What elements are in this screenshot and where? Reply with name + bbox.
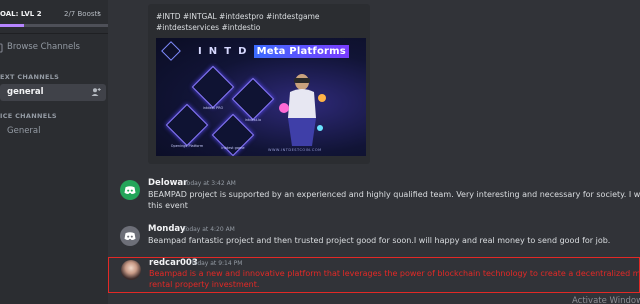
partner-diamond-io [231, 77, 275, 121]
message-content-line: rental property investment. [149, 280, 260, 289]
channel-sidebar: OAL: LVL 2 2/7 Boosts › Browse Channels … [0, 0, 108, 304]
chevron-right-icon: › [97, 8, 101, 17]
browse-channels-button[interactable]: Browse Channels [0, 40, 108, 56]
banner-url: WWW.INTDESTCOIN.COM [268, 148, 322, 152]
boost-progress-bar [0, 24, 108, 27]
message-timestamp: Today at 9:14 PM [191, 260, 243, 267]
boost-goal-label: OAL: LVL 2 [0, 10, 42, 18]
vr-figure-illustration [279, 74, 326, 146]
embed-hashtags: #INTD #INTGAL #intdestpro #intdestgame #… [156, 12, 320, 32]
sidebar-divider [0, 33, 108, 34]
partner-diamond-openings [165, 103, 209, 147]
activate-windows-watermark: Activate Windows [572, 296, 640, 304]
message-content-line: Beampad is a new and innovative platform… [149, 269, 640, 278]
partner-label: Openings Platform [170, 144, 204, 148]
voice-channels-category[interactable]: ICE CHANNELS [0, 112, 57, 120]
message-author[interactable]: Delowar [148, 178, 187, 188]
discord-logo-icon [124, 186, 136, 195]
avatar[interactable] [120, 180, 140, 200]
avatar[interactable] [121, 260, 141, 280]
partner-label: intdest game [221, 146, 245, 150]
channel-general[interactable]: general [0, 84, 106, 101]
text-channels-category[interactable]: EXT CHANNELS [0, 73, 59, 81]
message-item[interactable]: Delowar Today at 3:42 AM BEAMPAD project… [108, 176, 640, 212]
message-author[interactable]: Monday [148, 224, 185, 234]
discord-logo-icon [124, 232, 136, 241]
boost-count: 2/7 Boosts [64, 10, 101, 18]
partner-label: intdest PRO [202, 106, 224, 110]
embed-banner-image[interactable]: I N T D Meta Platforms intdest PRO intde… [156, 38, 366, 156]
banner-title: I N T D Meta Platforms [198, 45, 349, 58]
avatar[interactable] [120, 226, 140, 246]
message-content-line: Beampad fantastic project and then trust… [148, 236, 611, 245]
chat-area: #INTD #INTGAL #intdestpro #intdestgame #… [108, 0, 640, 304]
voice-channel-general-label: General [7, 126, 41, 136]
message-timestamp: Today at 3:42 AM [184, 180, 236, 187]
banner-title-intd: I N T D [198, 46, 249, 57]
browse-channels-label: Browse Channels [7, 42, 80, 52]
server-boost-goal[interactable]: OAL: LVL 2 2/7 Boosts › [0, 0, 108, 28]
boost-progress-fill [0, 24, 24, 27]
message-content-line: this event [148, 201, 188, 210]
banner-title-meta: Meta Platforms [253, 45, 349, 58]
message-embed: #INTD #INTGAL #intdestpro #intdestgame #… [148, 4, 370, 164]
voice-channel-general[interactable]: General [0, 123, 106, 140]
message-timestamp: Today at 4:20 AM [183, 226, 235, 233]
message-content-line: BEAMPAD project is supported by an exper… [148, 190, 640, 199]
channel-general-label: general [7, 87, 44, 97]
add-member-icon[interactable] [91, 87, 101, 97]
message-item[interactable]: Monday Today at 4:20 AM Beampad fantasti… [108, 222, 640, 248]
intd-logo-icon [161, 41, 181, 61]
message-item-highlighted[interactable]: redcar003 Today at 9:14 PM Beampad is a … [108, 257, 640, 293]
partner-diamond-pro [191, 65, 235, 109]
